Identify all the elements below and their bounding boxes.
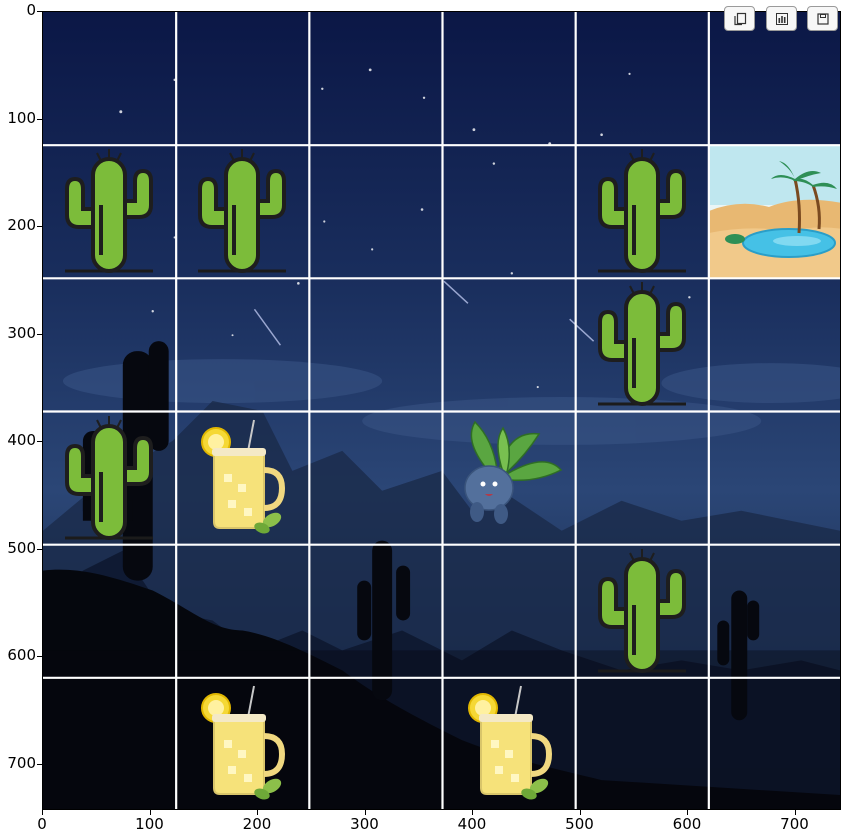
x-tick-label: 0 bbox=[37, 815, 47, 833]
x-tick-mark bbox=[579, 810, 581, 815]
grid-lines bbox=[43, 12, 840, 809]
y-tick-mark bbox=[37, 333, 42, 335]
y-tick-mark bbox=[37, 118, 42, 120]
x-tick-label: 200 bbox=[242, 815, 272, 833]
x-tick-mark bbox=[149, 810, 151, 815]
y-tick-label: 600 bbox=[7, 646, 36, 664]
y-tick-mark bbox=[37, 548, 42, 550]
y-tick-label: 0 bbox=[26, 1, 36, 19]
save-icon bbox=[816, 12, 829, 25]
x-tick-mark bbox=[257, 810, 258, 815]
y-tick-mark bbox=[37, 656, 42, 657]
x-tick-label: 300 bbox=[350, 815, 379, 833]
y-tick-mark bbox=[37, 11, 42, 12]
x-tick-label: 100 bbox=[135, 815, 164, 833]
copy-icon bbox=[733, 12, 746, 25]
y-tick-mark bbox=[37, 763, 42, 765]
y-tick-label: 700 bbox=[7, 753, 36, 772]
x-tick-label: 600 bbox=[672, 815, 702, 833]
y-tick-label: 400 bbox=[7, 431, 36, 449]
game-board bbox=[42, 11, 841, 810]
y-tick-label: 100 bbox=[7, 108, 36, 127]
save-button[interactable] bbox=[807, 6, 838, 31]
copy-button[interactable] bbox=[724, 6, 755, 31]
y-tick-mark bbox=[37, 226, 42, 227]
chart-button[interactable] bbox=[766, 6, 797, 31]
x-tick-mark bbox=[364, 810, 366, 815]
y-tick-label: 500 bbox=[7, 538, 36, 557]
x-tick-mark bbox=[42, 810, 43, 815]
x-tick-label: 400 bbox=[457, 815, 487, 833]
x-tick-mark bbox=[472, 810, 473, 815]
x-tick-mark bbox=[794, 810, 796, 815]
y-tick-mark bbox=[37, 441, 42, 442]
x-tick-label: 500 bbox=[565, 815, 594, 833]
bar-chart-icon bbox=[775, 12, 788, 25]
x-tick-label: 700 bbox=[780, 815, 809, 833]
y-tick-label: 300 bbox=[7, 323, 36, 342]
y-tick-label: 200 bbox=[7, 216, 36, 234]
x-tick-mark bbox=[687, 810, 688, 815]
